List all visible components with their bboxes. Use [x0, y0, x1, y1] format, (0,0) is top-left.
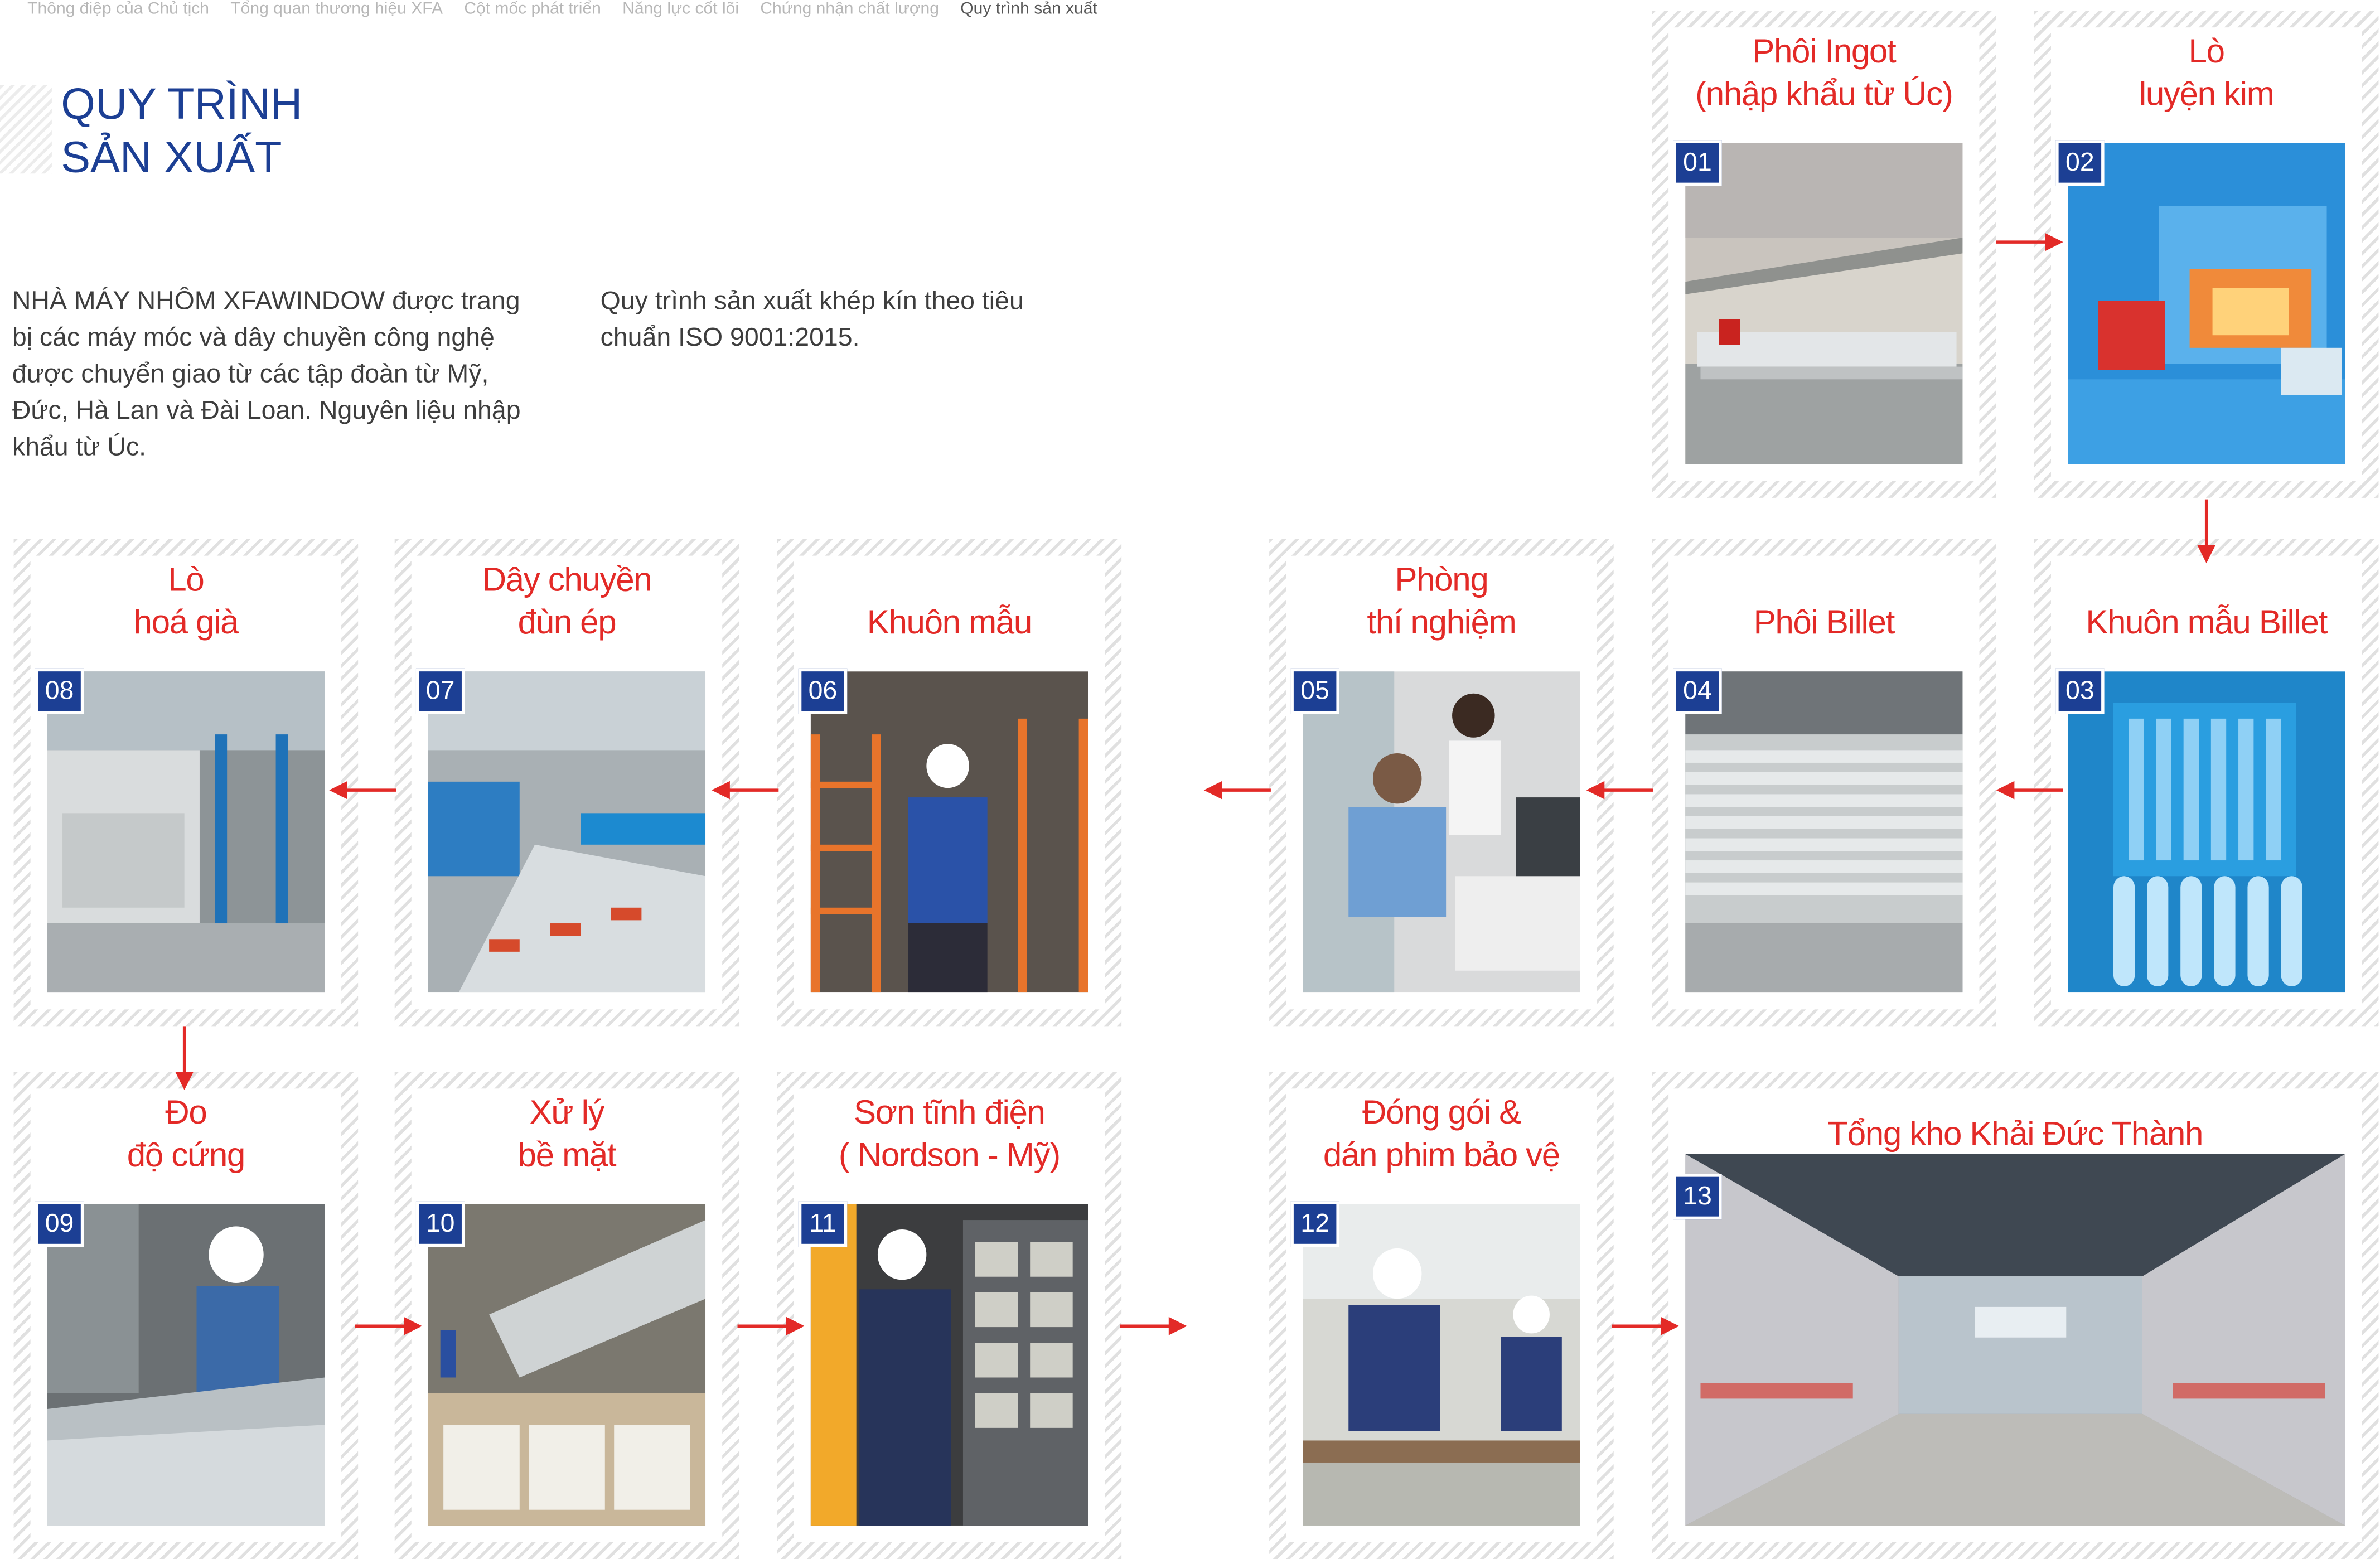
arrow-icon-01-to-02	[1996, 233, 2063, 251]
step-title: Phòng thí nghiệm	[1286, 559, 1597, 644]
step-title: Đóng gói & dán phim bảo vệ	[1286, 1092, 1597, 1177]
step-photo-aging-oven	[47, 671, 325, 993]
step-card-04: Phôi Billet 04	[1652, 539, 1996, 1027]
step-photo-billet-stock	[1685, 671, 1963, 993]
breadcrumb-item-chairman-message[interactable]: Thông điệp của Chủ tịch	[27, 0, 209, 25]
step-title-line2: ( Nordson - Mỹ)	[838, 1135, 1061, 1174]
title-decoration	[0, 85, 52, 174]
step-photo-furnace	[2068, 143, 2345, 464]
step-photo-extrusion-line	[428, 671, 706, 993]
step-title-line1: Đo	[165, 1093, 207, 1131]
step-card-11: Sơn tĩnh điện ( Nordson - Mỹ) 11	[777, 1072, 1122, 1559]
step-photo-surface-treatment	[428, 1204, 706, 1526]
step-photo-billet-mold	[2068, 671, 2345, 993]
step-photo-powder-coating	[810, 1204, 1089, 1526]
step-title-line2: đùn ép	[517, 603, 617, 641]
step-title: Khuôn mẫu	[794, 559, 1105, 644]
step-number-badge: 07	[415, 668, 465, 714]
step-card-13: Tổng kho Khải Đức Thành 13	[1652, 1072, 2379, 1559]
step-number-badge: 10	[415, 1201, 465, 1247]
step-number-badge: 08	[35, 668, 84, 714]
step-photo-laboratory	[1303, 671, 1580, 993]
intro-text-right: Quy trình sản xuất khép kín theo tiêu ch…	[600, 286, 1024, 352]
step-title-line1: Sơn tĩnh điện	[854, 1093, 1046, 1131]
step-photo-packing	[1303, 1204, 1580, 1526]
step-number-badge: 03	[2055, 668, 2105, 714]
step-number-badge: 11	[798, 1201, 848, 1247]
step-card-07: Dây chuyền đùn ép 07	[394, 539, 739, 1027]
step-title-line1: Xử lý	[529, 1093, 605, 1131]
step-number-badge: 09	[35, 1201, 84, 1247]
step-title-line2: luyện kim	[2139, 74, 2275, 113]
step-title-line1: Lò	[168, 560, 205, 599]
step-card-10: Xử lý bề mặt 10	[394, 1072, 739, 1559]
page-title-line1: QUY TRÌNH	[61, 80, 303, 130]
step-card-02: Lò luyện kim 02	[2034, 11, 2379, 498]
arrow-icon-05-to-06	[1203, 781, 1271, 800]
arrow-icon-11-to-12	[1120, 1316, 1187, 1335]
step-photo-ingot-warehouse	[1685, 143, 1963, 464]
step-title-line2: dán phim bảo vệ	[1323, 1135, 1560, 1174]
breadcrumb: Thông điệp của Chủ tịch Tổng quan thương…	[27, 0, 1097, 25]
arrow-icon-04-to-05	[1586, 781, 1653, 800]
step-title-line2: Khuôn mẫu Billet	[2086, 603, 2328, 641]
step-card-01: Phôi Ingot (nhập khẩu từ Úc) 01	[1652, 11, 1996, 498]
step-title: Sơn tĩnh điện ( Nordson - Mỹ)	[794, 1092, 1105, 1177]
intro-text-left: NHÀ MÁY NHÔM XFAWINDOW được trang bị các…	[12, 286, 521, 462]
step-title: Dây chuyền đùn ép	[412, 559, 722, 644]
step-title: Lò hoá già	[31, 559, 341, 644]
step-title-line2: bề mặt	[517, 1135, 617, 1174]
step-number-badge: 04	[1673, 668, 1722, 714]
step-title: Phôi Ingot (nhập khẩu từ Úc)	[1668, 31, 1979, 116]
arrow-icon-09-to-10	[355, 1316, 422, 1335]
step-title: Phôi Billet	[1668, 559, 1979, 644]
breadcrumb-item-milestones[interactable]: Cột mốc phát triển	[464, 0, 601, 25]
step-card-05: Phòng thí nghiệm 05	[1269, 539, 1614, 1027]
arrow-icon-03-to-04	[1996, 781, 2063, 800]
breadcrumb-item-quality-certificates[interactable]: Chứng nhận chất lượng	[760, 0, 939, 25]
arrow-icon-07-to-08	[329, 781, 396, 800]
step-title-line1: Đóng gói &	[1362, 1093, 1521, 1131]
step-title-line1: Tổng kho Khải Đức Thành	[1827, 1114, 2203, 1153]
page-root: Thông điệp của Chủ tịch Tổng quan thương…	[0, 0, 2380, 1559]
step-title: Lò luyện kim	[2051, 31, 2362, 116]
breadcrumb-item-production-process[interactable]: Quy trình sản xuất	[960, 0, 1097, 25]
breadcrumb-item-core-capability[interactable]: Năng lực cốt lõi	[622, 0, 739, 25]
arrow-icon-06-to-07	[712, 781, 779, 800]
step-title: Đo độ cứng	[31, 1092, 341, 1177]
step-card-06: Khuôn mẫu 06	[777, 539, 1122, 1027]
step-title-line1: Phôi Ingot	[1752, 32, 1896, 70]
step-number-badge: 13	[1673, 1174, 1722, 1220]
step-card-03: Khuôn mẫu Billet 03	[2034, 539, 2379, 1027]
step-card-09: Đo độ cứng 09	[13, 1072, 359, 1559]
arrow-icon-02-to-03	[2197, 499, 2216, 564]
step-title-line1: Phòng	[1395, 560, 1488, 599]
step-title: Xử lý bề mặt	[412, 1092, 722, 1177]
page-title-line2: SẢN XUẤT	[61, 134, 282, 183]
step-number-badge: 05	[1290, 668, 1339, 714]
step-card-12: Đóng gói & dán phim bảo vệ 12	[1269, 1072, 1614, 1559]
arrow-icon-12-to-13	[1612, 1316, 1680, 1335]
step-title-line2: Khuôn mẫu	[867, 603, 1033, 641]
step-title-line2: Phôi Billet	[1753, 603, 1895, 641]
step-title-line1: Dây chuyền	[482, 560, 652, 599]
arrow-icon-08-to-09	[175, 1026, 194, 1091]
breadcrumb-item-brand-overview[interactable]: Tổng quan thương hiệu XFA	[230, 0, 443, 25]
step-number-badge: 02	[2055, 140, 2105, 186]
step-photo-central-warehouse	[1685, 1154, 2345, 1526]
step-number-badge: 06	[798, 668, 848, 714]
step-photo-hardness-test	[47, 1204, 325, 1526]
step-title-line2: (nhập khẩu từ Úc)	[1695, 74, 1953, 113]
step-photo-die-storage	[810, 671, 1089, 993]
step-title-line2: thí nghiệm	[1367, 603, 1516, 641]
step-title: Khuôn mẫu Billet	[2051, 559, 2362, 644]
page-title: QUY TRÌNH SẢN XUẤT	[61, 79, 302, 186]
step-number-badge: 12	[1290, 1201, 1339, 1247]
step-number-badge: 01	[1673, 140, 1722, 186]
arrow-icon-10-to-11	[737, 1316, 805, 1335]
step-card-08: Lò hoá già 08	[13, 539, 359, 1027]
step-title-line1: Lò	[2188, 32, 2226, 70]
step-title-line2: độ cứng	[127, 1135, 246, 1174]
step-title-line2: hoá già	[133, 603, 239, 641]
